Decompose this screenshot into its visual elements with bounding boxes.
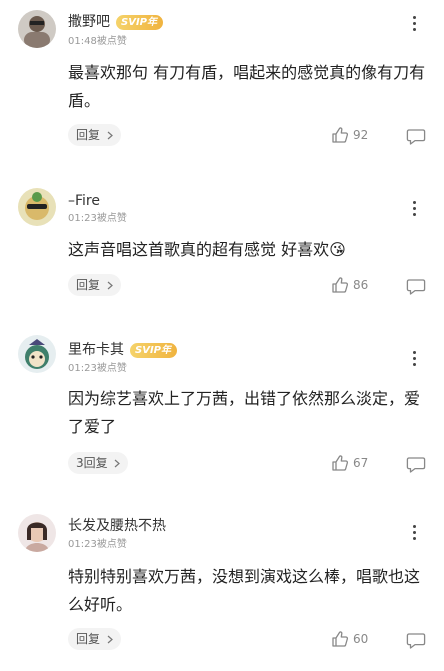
more-icon[interactable] xyxy=(408,199,420,219)
username[interactable]: 里布卡其 SVIP年 xyxy=(68,342,177,358)
like-count: 92 xyxy=(353,128,369,142)
avatar[interactable] xyxy=(18,514,56,552)
username-text: 长发及腰热不热 xyxy=(68,518,166,534)
svip-badge: SVIP年 xyxy=(116,14,163,30)
like-time: 01:48被点赞 xyxy=(68,36,127,47)
reply-button[interactable]: 回复 xyxy=(68,628,121,650)
comment-button[interactable] xyxy=(406,454,428,474)
comment-button[interactable] xyxy=(406,126,428,146)
more-icon[interactable] xyxy=(408,14,420,34)
comment-item: –Fire 01:23被点赞 这声音唱这首歌真的超有感觉 好喜欢😘 回复 86 xyxy=(0,160,444,320)
thumbs-up-icon xyxy=(332,455,349,471)
like-time: 01:23被点赞 xyxy=(68,213,127,224)
reply-label: 回复 xyxy=(76,632,101,646)
avatar[interactable] xyxy=(18,10,56,48)
like-time: 01:23被点赞 xyxy=(68,363,127,374)
like-button[interactable]: 92 xyxy=(331,126,368,146)
username-text: –Fire xyxy=(68,193,100,209)
comment-text: 特别特别喜欢万茜，没想到演戏这么棒，唱歌也这么好听。 xyxy=(68,567,421,614)
comment-bubble-icon xyxy=(406,278,426,295)
comment-bubble-icon xyxy=(406,632,426,649)
comment-bubble-icon xyxy=(406,456,426,473)
chevron-right-icon xyxy=(115,459,121,468)
like-button[interactable]: 86 xyxy=(331,276,368,296)
chevron-right-icon xyxy=(107,281,113,290)
comment-button[interactable] xyxy=(406,276,428,296)
reply-label: 回复 xyxy=(76,128,101,142)
reply-label: 回复 xyxy=(76,278,101,292)
reply-button[interactable]: 3回复 xyxy=(68,452,129,474)
comment-bubble-icon xyxy=(406,128,426,145)
comment-button[interactable] xyxy=(406,630,428,650)
username[interactable]: –Fire xyxy=(68,193,100,209)
like-time: 01:23被点赞 xyxy=(68,539,127,550)
like-count: 60 xyxy=(353,632,369,646)
thumbs-up-icon xyxy=(332,127,349,143)
like-count: 67 xyxy=(353,456,369,470)
chevron-right-icon xyxy=(107,635,113,644)
reply-button[interactable]: 回复 xyxy=(68,274,121,296)
thumbs-up-icon xyxy=(332,277,349,293)
avatar[interactable] xyxy=(18,335,56,373)
more-icon[interactable] xyxy=(408,523,420,543)
avatar[interactable] xyxy=(18,188,56,226)
like-button[interactable]: 60 xyxy=(331,630,368,650)
comment-text: 因为综艺喜欢上了万茜，出错了依然那么淡定，爱了爱了 xyxy=(68,389,421,436)
more-icon[interactable] xyxy=(408,349,420,369)
like-button[interactable]: 67 xyxy=(331,454,368,474)
like-count: 86 xyxy=(353,278,369,292)
username-text: 里布卡其 xyxy=(68,342,124,358)
reply-button[interactable]: 回复 xyxy=(68,124,121,146)
comment-item: 里布卡其 SVIP年 01:23被点赞 因为综艺喜欢上了万茜，出错了依然那么淡定，… xyxy=(0,320,444,500)
chevron-right-icon xyxy=(107,131,113,140)
comment-item: 撒野吧 SVIP年 01:48被点赞 最喜欢那句 有刀有盾，唱起来的感觉真的像有刀… xyxy=(0,0,444,160)
svip-badge: SVIP年 xyxy=(130,342,177,358)
comment-text: 最喜欢那句 有刀有盾，唱起来的感觉真的像有刀有盾。 xyxy=(68,63,426,110)
thumbs-up-icon xyxy=(332,631,349,647)
reply-label: 3回复 xyxy=(76,456,108,470)
username[interactable]: 撒野吧 SVIP年 xyxy=(68,14,163,30)
comment-item: 长发及腰热不热 01:23被点赞 特别特别喜欢万茜，没想到演戏这么棒，唱歌也这么… xyxy=(0,500,444,671)
comment-text: 这声音唱这首歌真的超有感觉 好喜欢😘 xyxy=(68,240,346,259)
username[interactable]: 长发及腰热不热 xyxy=(68,518,166,534)
username-text: 撒野吧 xyxy=(68,14,110,30)
